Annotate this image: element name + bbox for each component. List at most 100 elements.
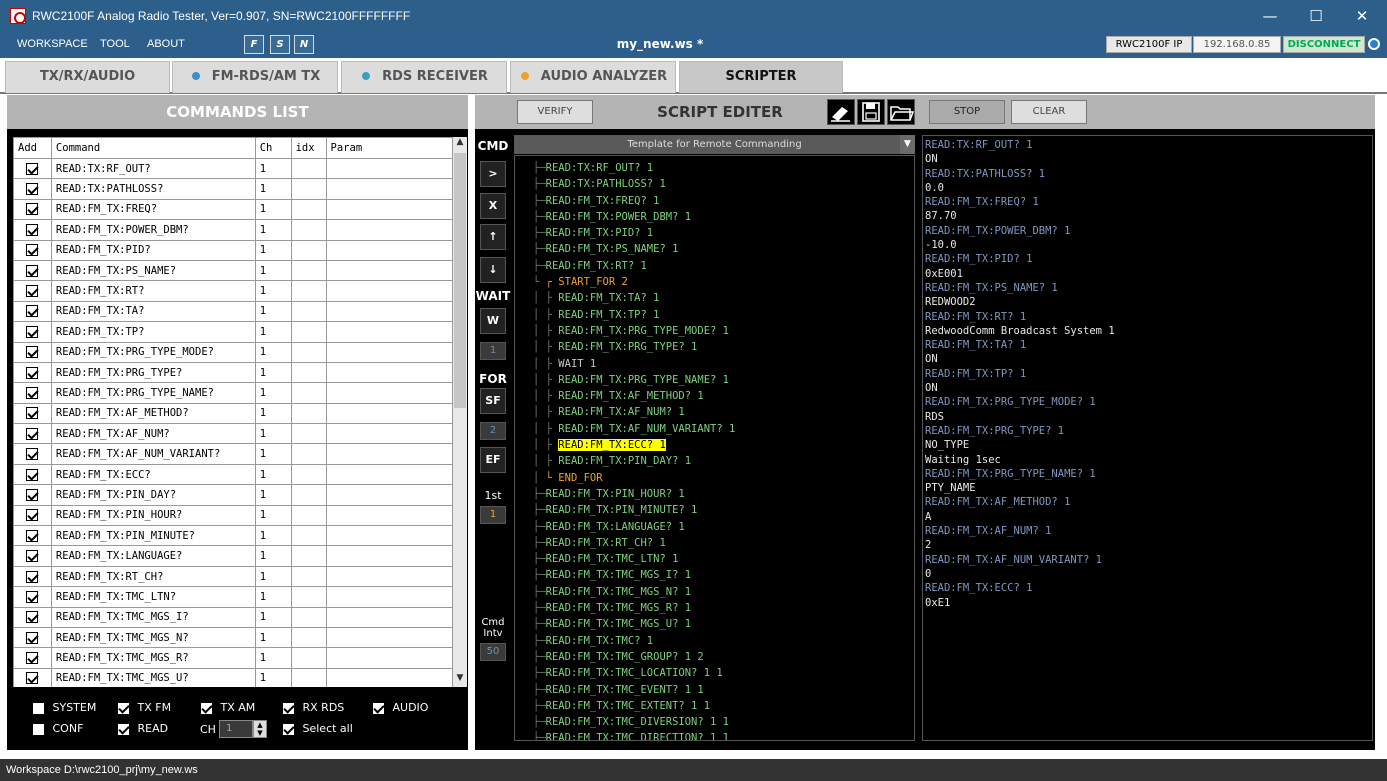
checkbox-icon[interactable] (26, 264, 39, 277)
checkbox-icon[interactable] (26, 672, 39, 685)
ch-cell[interactable]: 1 (254, 321, 292, 343)
ch-stepper[interactable]: 1 (219, 720, 253, 738)
param-cell[interactable] (325, 178, 453, 200)
script-line[interactable]: ├─READ:TX:PATHLOSS? 1 (515, 176, 900, 192)
script-line[interactable]: ├─READ:FM_TX:TMC? 1 (515, 633, 900, 649)
script-line[interactable]: │ ├ WAIT 1 (515, 356, 900, 372)
idx-cell[interactable] (290, 219, 327, 241)
table-row[interactable]: READ:FM_TX:TA? 1 (13, 300, 453, 323)
script-line[interactable]: │ ├ READ:FM_TX:PRG_TYPE? 1 (515, 339, 900, 355)
idx-cell[interactable] (290, 545, 327, 567)
script-line[interactable]: ├─READ:FM_TX:TMC_MGS_I? 1 (515, 567, 900, 583)
command-cell[interactable]: READ:FM_TX:ECC? (50, 463, 256, 486)
script-line-selected[interactable]: │ ├ READ:FM_TX:ECC? 1 (515, 437, 900, 453)
ch-cell[interactable]: 1 (254, 239, 292, 261)
command-cell[interactable]: READ:FM_TX:AF_NUM? (50, 423, 256, 445)
param-cell[interactable] (325, 361, 453, 384)
start-for-button[interactable]: SF (480, 388, 506, 414)
table-row[interactable]: READ:FM_TX:FREQ? 1 (13, 198, 453, 221)
idx-cell[interactable] (290, 361, 327, 384)
eraser-icon[interactable] (827, 99, 855, 125)
command-cell[interactable]: READ:FM_TX:RT? (50, 280, 256, 302)
table-row[interactable]: READ:FM_TX:PRG_TYPE_NAME? 1 (13, 382, 453, 404)
filter-rx-rds[interactable]: RX RDS (282, 701, 344, 715)
filter-conf[interactable]: CONF (32, 722, 83, 736)
checkbox-icon[interactable] (26, 223, 39, 236)
ch-cell[interactable]: 1 (254, 259, 292, 282)
command-cell[interactable]: READ:FM_TX:TMC_MGS_U? (50, 667, 256, 687)
table-row[interactable]: READ:TX:RF_OUT? 1 (13, 157, 453, 180)
ch-cell[interactable]: 1 (254, 361, 292, 384)
menu-tool[interactable]: TOOL (100, 38, 130, 50)
idx-cell[interactable] (290, 321, 327, 343)
move-down-button[interactable]: ↓ (480, 257, 506, 283)
script-line[interactable]: └ ┌ START_FOR 2 (515, 274, 900, 290)
script-line[interactable]: ├─READ:FM_TX:PIN_MINUTE? 1 (515, 502, 900, 518)
idx-cell[interactable] (290, 443, 327, 465)
scroll-up-icon[interactable]: ▲ (454, 137, 466, 151)
script-line[interactable]: │ ├ READ:FM_TX:AF_NUM_VARIANT? 1 (515, 421, 900, 437)
filter-audio[interactable]: AUDIO (372, 701, 428, 715)
menu-workspace[interactable]: WORKSPACE (17, 38, 88, 50)
script-line[interactable]: │ ├ READ:FM_TX:PIN_DAY? 1 (515, 453, 900, 469)
checkbox-icon[interactable] (26, 285, 39, 298)
open-folder-icon[interactable] (887, 99, 915, 125)
checkbox-icon[interactable] (26, 346, 39, 359)
add-cell[interactable] (13, 443, 52, 465)
add-cell[interactable] (13, 219, 52, 241)
command-cell[interactable]: READ:FM_TX:RT_CH? (50, 565, 256, 588)
table-row[interactable]: READ:FM_TX:ECC? 1 (13, 463, 453, 486)
table-row[interactable]: READ:FM_TX:PIN_HOUR? 1 (13, 504, 453, 527)
add-cell[interactable] (13, 484, 52, 506)
param-cell[interactable] (325, 341, 453, 363)
col-command-header[interactable]: Command (50, 137, 256, 159)
param-cell[interactable] (325, 280, 453, 302)
checkbox-icon[interactable] (26, 529, 39, 542)
tab-rds-receiver[interactable]: RDS RECEIVER (341, 61, 507, 93)
ch-cell[interactable]: 1 (254, 545, 292, 567)
col-ch-header[interactable]: Ch (254, 137, 292, 159)
save-icon[interactable] (857, 99, 885, 125)
idx-cell[interactable] (290, 586, 327, 608)
add-cell[interactable] (13, 647, 52, 669)
menu-about[interactable]: ABOUT (147, 38, 185, 50)
template-dropdown[interactable]: Template for Remote Commanding (514, 135, 915, 154)
checkbox-icon[interactable] (26, 162, 39, 175)
checkbox-icon[interactable] (26, 407, 39, 420)
ch-cell[interactable]: 1 (254, 382, 292, 404)
checkbox-icon[interactable] (26, 652, 39, 665)
ch-cell[interactable]: 1 (254, 606, 292, 628)
command-cell[interactable]: READ:FM_TX:PRG_TYPE_NAME? (50, 382, 256, 404)
verify-button[interactable]: VERIFY (517, 100, 593, 124)
for-count-input[interactable]: 2 (480, 422, 506, 440)
idx-cell[interactable] (290, 382, 327, 404)
tab-fm-rds-am-tx[interactable]: FM-RDS/AM TX (172, 61, 338, 93)
stop-button[interactable]: STOP (929, 100, 1005, 124)
ch-cell[interactable]: 1 (254, 402, 292, 425)
ch-cell[interactable]: 1 (254, 504, 292, 527)
disconnect-button[interactable]: DISCONNECT (1283, 36, 1365, 53)
script-line[interactable]: │ ├ READ:FM_TX:PRG_TYPE_MODE? 1 (515, 323, 900, 339)
checkbox-icon[interactable] (26, 183, 39, 196)
table-row[interactable]: READ:FM_TX:RT? 1 (13, 280, 453, 302)
filter-system[interactable]: SYSTEM (32, 701, 96, 715)
wait-button[interactable]: W (480, 308, 506, 334)
add-cell[interactable] (13, 259, 52, 282)
command-cell[interactable]: READ:FM_TX:TMC_MGS_R? (50, 647, 256, 669)
table-row[interactable]: READ:FM_TX:TMC_MGS_I? 1 (13, 606, 453, 628)
script-line[interactable]: │ ├ READ:FM_TX:TP? 1 (515, 307, 900, 323)
param-cell[interactable] (325, 463, 453, 486)
ch-cell[interactable]: 1 (254, 341, 292, 363)
checkbox-icon[interactable] (282, 701, 295, 715)
param-cell[interactable] (325, 606, 453, 628)
command-cell[interactable]: READ:FM_TX:TMC_MGS_I? (50, 606, 256, 628)
script-line[interactable]: │ └ END_FOR (515, 470, 900, 486)
command-cell[interactable]: READ:FM_TX:TMC_MGS_N? (50, 626, 256, 649)
add-cell[interactable] (13, 178, 52, 200)
ch-cell[interactable]: 1 (254, 198, 292, 221)
script-editor[interactable]: ├─READ:TX:RF_OUT? 1 ├─READ:TX:PATHLOSS? 1… (514, 155, 915, 741)
script-line[interactable]: │ ├ READ:FM_TX:AF_METHOD? 1 (515, 388, 900, 404)
script-line[interactable]: ├─READ:FM_TX:PS_NAME? 1 (515, 241, 900, 257)
ch-cell[interactable]: 1 (254, 219, 292, 241)
command-cell[interactable]: READ:FM_TX:PIN_DAY? (50, 484, 256, 506)
